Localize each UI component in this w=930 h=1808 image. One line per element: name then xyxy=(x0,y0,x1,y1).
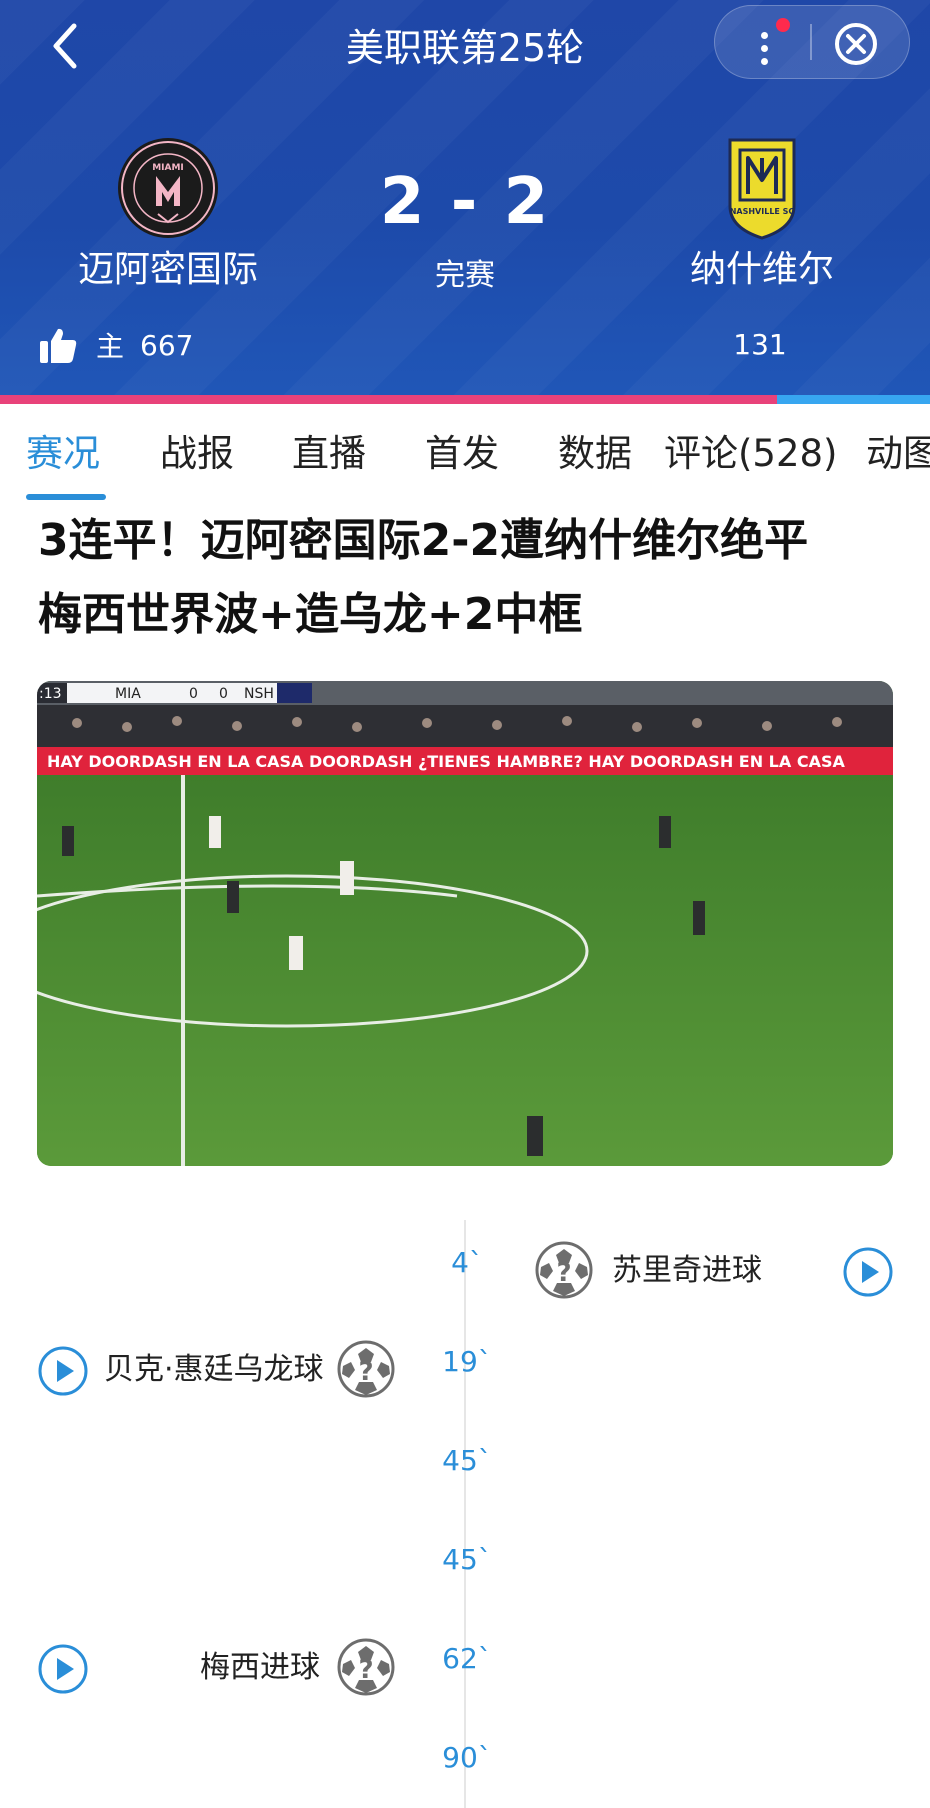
soccer-ball-question-icon: ? xyxy=(535,1241,593,1299)
event-minute: 45` xyxy=(442,1444,492,1477)
tab-report[interactable]: 战报 xyxy=(160,426,234,482)
svg-text:NASHVILLE SC: NASHVILLE SC xyxy=(730,207,795,216)
highlight-video[interactable]: HAY DOORDASH EN LA CASA DOORDASH ¿TIENES… xyxy=(37,681,893,1166)
tab-stats[interactable]: 数据 xyxy=(558,426,632,482)
notification-badge xyxy=(776,18,790,32)
headline-line-1: 3连平！迈阿密国际2-2遭纳什维尔绝平 xyxy=(38,515,809,566)
tab-gifs[interactable]: 动图 xyxy=(866,426,930,482)
support-vote-bar xyxy=(0,395,930,404)
match-score: 2 - 2 xyxy=(379,165,551,239)
play-video-button[interactable] xyxy=(37,1643,89,1695)
tab-comments[interactable]: 评论(528) xyxy=(664,426,838,482)
capsule-divider xyxy=(810,24,812,60)
video-away-score: 0 xyxy=(219,686,228,702)
tab-live[interactable]: 直播 xyxy=(292,426,366,482)
more-dot-icon xyxy=(761,58,768,65)
event-minute: 19` xyxy=(442,1345,492,1378)
home-team[interactable]: MIAMI 迈阿密国际 xyxy=(38,136,298,294)
event-description: 苏里奇进球 xyxy=(612,1253,762,1288)
more-menu-button[interactable] xyxy=(738,12,790,72)
home-like-row[interactable]: 主 667 xyxy=(38,320,193,370)
home-team-name: 迈阿密国际 xyxy=(77,249,258,290)
soccer-ball-question-icon: ? xyxy=(337,1638,395,1696)
video-clock: :13 xyxy=(39,686,62,702)
headline-line-2: 梅西世界波+造乌龙+2中框 xyxy=(38,589,583,640)
video-home-abbr: MIA xyxy=(115,686,141,702)
away-team-name: 纳什维尔 xyxy=(689,249,834,290)
event-minute: 90` xyxy=(442,1741,492,1774)
event-description: 贝克·惠廷乌龙球 xyxy=(104,1352,324,1387)
svg-text:?: ? xyxy=(556,1258,571,1288)
more-dot-icon xyxy=(761,45,768,52)
ad-banner-text: HAY DOORDASH EN LA CASA DOORDASH ¿TIENES… xyxy=(47,752,845,771)
active-tab-indicator xyxy=(26,494,106,500)
away-vote-fill xyxy=(776,395,930,404)
video-away-abbr: NSH xyxy=(244,686,274,702)
away-like-count[interactable]: 131 xyxy=(700,320,820,370)
close-circle-icon xyxy=(835,23,877,65)
event-minute: 45` xyxy=(442,1543,492,1576)
home-vote-fill xyxy=(0,395,777,404)
home-like-count: 667 xyxy=(140,328,194,362)
event-description: 梅西进球 xyxy=(200,1650,320,1685)
article-headline[interactable]: 3连平！迈阿密国际2-2遭纳什维尔绝平 梅西世界波+造乌龙+2中框 xyxy=(38,504,898,652)
tab-lineups[interactable]: 首发 xyxy=(425,426,499,482)
svg-text:MIAMI: MIAMI xyxy=(152,163,184,173)
thumbs-up-icon xyxy=(40,328,77,363)
video-home-score: 0 xyxy=(189,686,198,702)
soccer-ball-question-icon: ? xyxy=(337,1340,395,1398)
event-minute: 4` xyxy=(451,1246,483,1279)
tab-overview[interactable]: 赛况 xyxy=(26,426,100,482)
play-video-button[interactable] xyxy=(37,1345,89,1397)
svg-text:?: ? xyxy=(358,1655,373,1685)
timeline-axis xyxy=(464,1220,466,1808)
event-minute: 62` xyxy=(442,1642,492,1675)
home-label: 主 xyxy=(96,330,125,363)
away-team[interactable]: NASHVILLE SC 纳什维尔 xyxy=(632,136,892,294)
more-dot-icon xyxy=(761,32,768,39)
close-button[interactable] xyxy=(832,20,880,68)
match-header: 美职联第25轮 MIAMI 迈阿密国际 2 - 2 完赛 NASHVILLE S… xyxy=(0,0,930,404)
tab-bar: 赛况 战报 直播 首发 数据 评论(528) 动图 xyxy=(0,404,930,504)
svg-text:?: ? xyxy=(358,1357,373,1387)
nashville-sc-logo: NASHVILLE SC xyxy=(710,136,814,240)
inter-miami-logo: MIAMI xyxy=(116,136,220,240)
match-status: 完赛 xyxy=(435,258,495,293)
play-video-button[interactable] xyxy=(842,1246,894,1298)
video-frame: HAY DOORDASH EN LA CASA DOORDASH ¿TIENES… xyxy=(37,681,893,1166)
